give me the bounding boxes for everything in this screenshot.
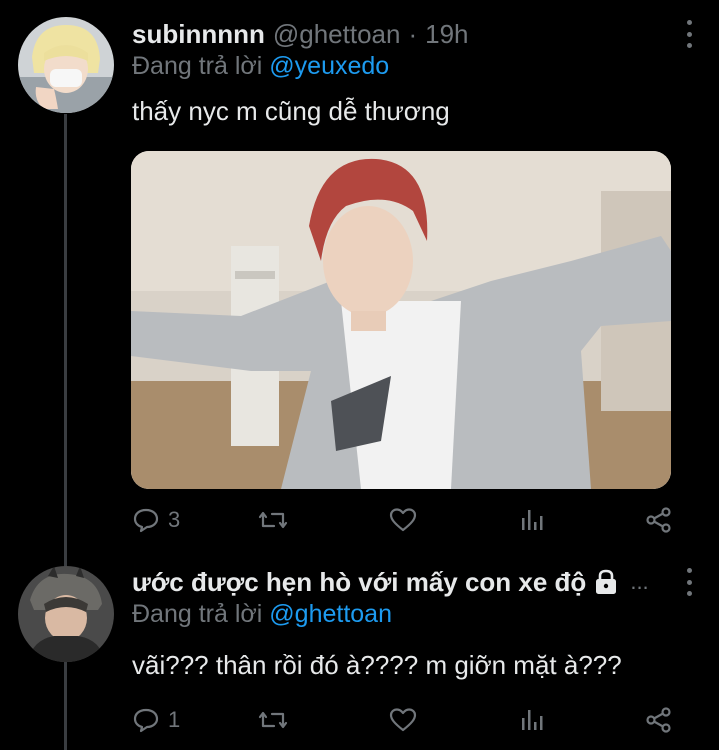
timestamp[interactable]: 19h bbox=[425, 19, 468, 50]
replying-mention[interactable]: @yeuxedo bbox=[269, 52, 389, 80]
avatar[interactable] bbox=[18, 566, 114, 662]
user-handle[interactable]: @ghettoan bbox=[273, 19, 401, 50]
lock-icon bbox=[594, 569, 618, 595]
views-bar-chart-icon bbox=[518, 706, 546, 734]
like-button[interactable] bbox=[388, 702, 418, 738]
views-button[interactable] bbox=[518, 702, 546, 738]
name-truncation-ellipsis: ... bbox=[630, 569, 649, 594]
share-icon bbox=[644, 706, 674, 734]
more-vertical-icon[interactable] bbox=[685, 20, 693, 48]
display-name[interactable]: ước được hẹn hò với mấy con xe độ bbox=[132, 567, 586, 598]
views-button[interactable] bbox=[518, 502, 546, 538]
share-button[interactable] bbox=[644, 702, 674, 738]
retweet-icon bbox=[258, 706, 288, 734]
retweet-button[interactable] bbox=[258, 702, 288, 738]
reply-bubble-icon bbox=[132, 706, 160, 734]
heart-icon bbox=[388, 706, 418, 734]
reply-button[interactable]: 1 bbox=[132, 702, 180, 738]
tweet-text: vãi??? thân rồi đó à???? m giỡn mặt à??? bbox=[132, 650, 622, 680]
views-bar-chart-icon bbox=[518, 506, 546, 534]
reply-count: 1 bbox=[168, 707, 181, 732]
heart-icon bbox=[388, 506, 418, 534]
share-icon bbox=[644, 506, 674, 534]
like-button[interactable] bbox=[388, 502, 418, 538]
replying-to: Đang trả lời @ghettoan bbox=[132, 600, 392, 629]
tweet-actions: 1 bbox=[132, 702, 677, 738]
replying-prefix: Đang trả lời bbox=[132, 600, 270, 628]
avatar[interactable] bbox=[18, 17, 114, 113]
reply-button[interactable]: 3 bbox=[132, 502, 180, 538]
tweet-thread: subinnnnn @ghettoan · 19h Đang trả lời @… bbox=[0, 0, 719, 750]
replying-mention[interactable]: @ghettoan bbox=[269, 600, 392, 628]
reply-bubble-icon bbox=[132, 506, 160, 534]
replying-prefix: Đang trả lời bbox=[132, 52, 270, 80]
tweet-header: subinnnnn @ghettoan · 19h bbox=[132, 14, 469, 54]
retweet-button[interactable] bbox=[258, 502, 288, 538]
tweet-header: ước được hẹn hò với mấy con xe độ ... bbox=[132, 562, 649, 602]
tweet[interactable]: ước được hẹn hò với mấy con xe độ ... Đa… bbox=[0, 548, 719, 750]
separator: · bbox=[408, 18, 418, 49]
replying-to: Đang trả lời @yeuxedo bbox=[132, 52, 389, 81]
tweet-media-photo[interactable] bbox=[131, 151, 671, 489]
tweet-actions: 3 bbox=[132, 502, 677, 538]
more-vertical-icon[interactable] bbox=[685, 568, 693, 596]
tweet-text: thấy nyc m cũng dễ thương bbox=[132, 96, 450, 126]
tweet[interactable]: subinnnnn @ghettoan · 19h Đang trả lời @… bbox=[0, 0, 719, 548]
reply-count: 3 bbox=[168, 507, 181, 532]
display-name[interactable]: subinnnnn bbox=[132, 19, 265, 50]
share-button[interactable] bbox=[644, 502, 674, 538]
retweet-icon bbox=[258, 506, 288, 534]
